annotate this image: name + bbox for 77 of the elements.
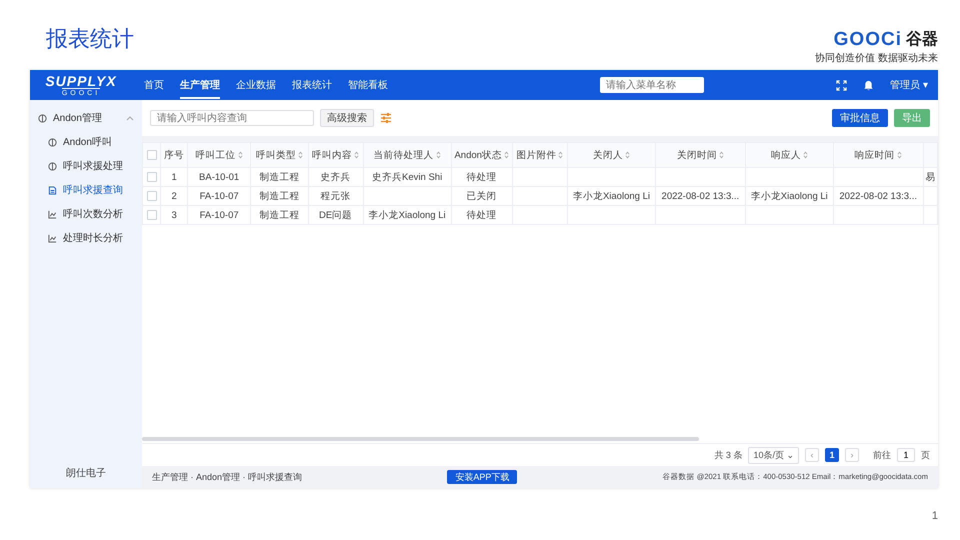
slide-title: 报表统计 [46,26,134,52]
table-cell: 李小龙Xiaolong Li [750,190,828,202]
target-icon [48,138,57,146]
page-size-select[interactable]: 10条/页 ⌄ [748,446,799,464]
table-cell: 1 [172,172,177,182]
advanced-search-button[interactable]: 高级搜索 [320,109,374,127]
sort-icon[interactable] [802,151,808,159]
sort-icon[interactable] [896,151,902,159]
user-menu[interactable]: 管理员 ▾ [890,78,928,92]
toolbar-button[interactable]: 审批信息 [832,109,888,127]
sort-icon[interactable] [624,151,630,159]
table-cell: 李小龙Xiaolong Li [572,190,650,202]
checkbox[interactable] [146,172,157,182]
table-cell: 制造工程 [259,210,300,220]
checkbox[interactable] [146,190,157,201]
line-chart-icon [48,234,57,242]
total-count: 共 3 条 [714,448,742,462]
breadcrumb: 生产管理 · Andon管理 · 呼叫求援查询 [152,470,302,484]
fullscreen-icon[interactable] [836,80,848,90]
table-cell: 待处理 [466,172,497,182]
nav-tab[interactable]: 报表统计 [292,71,332,99]
table-cell: 2022-08-02 13:3... [839,190,917,202]
sort-icon[interactable] [238,151,243,159]
nav-tab[interactable]: 智能看板 [348,71,388,99]
sort-icon[interactable] [504,151,509,159]
menu-search-field[interactable]: 请输入菜单名称 [600,77,704,93]
filter-icon[interactable] [380,112,392,124]
table-cell: 制造工程 [259,172,300,182]
table-cell: FA-10-07 [200,190,239,202]
table-cell: 已关闭 [466,190,497,202]
sort-icon[interactable] [718,151,724,159]
sidebar-item[interactable]: 处理时长分析 [30,226,142,250]
table-cell: 2022-08-02 13:3... [662,190,740,202]
sidebar-group[interactable]: Andon管理 [30,106,142,130]
page-input[interactable]: 1 [897,448,915,462]
horizontal-scrollbar[interactable] [142,437,700,441]
table-cell: 李小龙Xiaolong Li [368,210,446,220]
column-header[interactable]: 关闭人 [592,148,623,162]
download-app-button[interactable]: 安装APP下载 [447,470,518,484]
table-cell: DE问题 [319,210,352,220]
search-field[interactable]: 请输入呼叫内容查询 [150,110,314,126]
table-cell: 程元张 [320,190,351,202]
sort-icon[interactable] [436,151,441,159]
tagline: 协同创造价值 数据驱动未来 [815,52,938,65]
table-cell: BA-10-01 [199,172,240,182]
sidebar-item[interactable]: Andon呼叫 [30,130,142,154]
brand-name: 谷器 [906,32,938,48]
page-number[interactable]: 1 [825,448,839,462]
checkbox[interactable] [146,150,157,160]
document-icon [48,186,57,194]
line-chart-icon [48,210,57,218]
sidebar-item[interactable]: 呼叫次数分析 [30,202,142,226]
brand-logo: GOOCi [834,30,902,49]
bell-icon[interactable] [863,80,874,90]
column-header[interactable]: 响应人 [770,148,801,162]
nav-tab[interactable]: 首页 [144,71,164,99]
nav-tab[interactable]: 企业数据 [236,71,276,99]
table-cell: 待处理 [466,210,497,220]
page-unit: 页 [921,448,930,462]
table-cell: 史齐兵Kevin Shi [372,172,442,182]
target-icon [38,114,47,122]
table-cell: 2 [172,190,177,202]
checkbox[interactable] [146,210,157,220]
table-cell: 3 [172,210,177,220]
company-name: 朗仕电子 [65,466,107,480]
sort-icon[interactable] [354,151,360,159]
goto-label: 前往 [873,448,891,462]
table-cell: 制造工程 [259,190,300,202]
sort-icon[interactable] [298,151,303,159]
table-cell: 史齐兵 [320,172,351,182]
sort-icon[interactable] [558,151,564,159]
page-number-label: 1 [932,510,938,522]
sidebar-item[interactable]: 呼叫求援查询 [30,178,142,202]
sidebar-item[interactable]: 呼叫求援处理 [30,154,142,178]
table-cell: 易 [925,172,936,182]
table-cell: FA-10-07 [200,210,239,220]
target-icon [48,162,57,170]
